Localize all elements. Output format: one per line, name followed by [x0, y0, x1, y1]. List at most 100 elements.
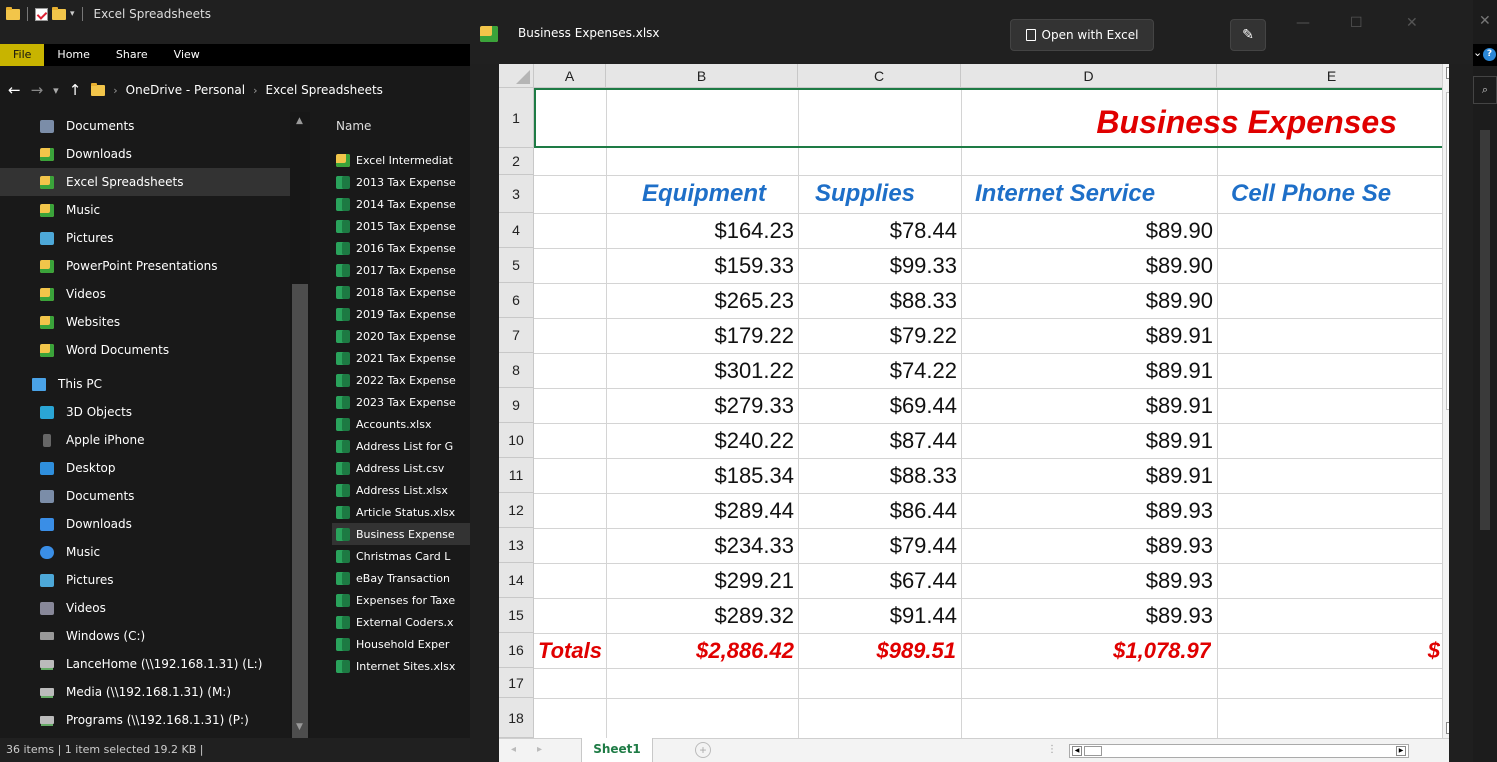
row-header[interactable]: 11 [499, 458, 534, 493]
nav-item-pictures[interactable]: Pictures [0, 224, 290, 252]
list-item[interactable]: Article Status.xlsx [332, 501, 470, 523]
scroll-down-icon[interactable]: ▼ [296, 722, 303, 732]
splitter-icon[interactable]: ⋮ [1047, 744, 1057, 755]
navigation-scrollbar[interactable]: ▲ ▼ [290, 112, 310, 762]
cell-c6[interactable]: $88.33 [798, 283, 961, 318]
list-item[interactable]: 2022 Tax Expense [332, 369, 470, 391]
scroll-up-icon[interactable]: ▲ [296, 116, 303, 126]
cell-d6[interactable]: $89.90 [961, 283, 1217, 318]
cell-c7[interactable]: $79.22 [798, 318, 961, 353]
cell-d10[interactable]: $89.91 [961, 423, 1217, 458]
list-item[interactable]: Address List.csv [332, 457, 470, 479]
column-header-c[interactable]: C [798, 64, 961, 88]
nav-item-pc-downloads[interactable]: Downloads [0, 510, 290, 538]
chevron-down-icon[interactable]: ⌄ [1473, 46, 1482, 59]
search-icon[interactable]: ⌕ [1473, 76, 1497, 104]
list-item[interactable]: 2018 Tax Expense [332, 281, 470, 303]
list-item[interactable]: 2017 Tax Expense [332, 259, 470, 281]
list-item[interactable]: 2021 Tax Expense [332, 347, 470, 369]
recent-locations-icon[interactable]: ▾ [53, 84, 59, 97]
new-folder-icon[interactable] [52, 6, 66, 20]
cell-b9[interactable]: $279.33 [606, 388, 798, 423]
next-sheet-icon[interactable]: ▸ [537, 744, 542, 755]
cell-b6[interactable]: $265.23 [606, 283, 798, 318]
add-sheet-icon[interactable]: + [695, 742, 711, 758]
cell-d15[interactable]: $89.93 [961, 598, 1217, 633]
tab-view[interactable]: View [161, 44, 213, 66]
row-header[interactable]: 17 [499, 668, 534, 698]
cell-c12[interactable]: $86.44 [798, 493, 961, 528]
nav-item-apple-iphone[interactable]: Apple iPhone [0, 426, 290, 454]
nav-item-pc-videos[interactable]: Videos [0, 594, 290, 622]
cell-total-internet[interactable]: $1,078.97 [961, 633, 1211, 668]
cell-c14[interactable]: $67.44 [798, 563, 961, 598]
row-header[interactable]: 13 [499, 528, 534, 563]
cell-c13[interactable]: $79.44 [798, 528, 961, 563]
nav-item-desktop[interactable]: Desktop [0, 454, 290, 482]
list-item[interactable]: Expenses for Taxe [332, 589, 470, 611]
list-item[interactable]: 2016 Tax Expense [332, 237, 470, 259]
row-header[interactable]: 10 [499, 423, 534, 458]
list-item[interactable]: 2014 Tax Expense [332, 193, 470, 215]
minimize-icon[interactable]: — [1296, 15, 1310, 31]
row-header[interactable]: 7 [499, 318, 534, 353]
nav-item-media-m[interactable]: Media (\\192.168.1.31) (M:) [0, 678, 290, 706]
row-header[interactable]: 12 [499, 493, 534, 528]
cell-b11[interactable]: $185.34 [606, 458, 798, 493]
cell-b4[interactable]: $164.23 [606, 213, 798, 248]
maximize-icon[interactable]: ☐ [1350, 15, 1363, 31]
tab-share[interactable]: Share [103, 44, 161, 66]
cell-b8[interactable]: $301.22 [606, 353, 798, 388]
cell-c11[interactable]: $88.33 [798, 458, 961, 493]
nav-item-excel-spreadsheets[interactable]: Excel Spreadsheets [0, 168, 290, 196]
cell-c4[interactable]: $78.44 [798, 213, 961, 248]
vertical-scrollbar[interactable]: ▲ ▼ [1442, 64, 1449, 738]
up-icon[interactable]: ↑ [69, 81, 82, 99]
cell-totals-label[interactable]: Totals [538, 633, 606, 668]
header-supplies[interactable]: Supplies [802, 175, 961, 213]
nav-item-programs-p[interactable]: Programs (\\192.168.1.31) (P:) [0, 706, 290, 734]
nav-item-websites[interactable]: Websites [0, 308, 290, 336]
breadcrumb-onedrive[interactable]: OneDrive - Personal [126, 83, 245, 97]
column-header-b[interactable]: B [606, 64, 798, 88]
list-item[interactable]: Accounts.xlsx [332, 413, 470, 435]
nav-item-3d-objects[interactable]: 3D Objects [0, 398, 290, 426]
close-icon[interactable]: ✕ [1479, 13, 1491, 29]
cell-b10[interactable]: $240.22 [606, 423, 798, 458]
select-all-corner[interactable] [499, 64, 534, 88]
cell-d7[interactable]: $89.91 [961, 318, 1217, 353]
row-header[interactable]: 9 [499, 388, 534, 423]
scrollbar-thumb[interactable] [1084, 746, 1102, 756]
column-header-e[interactable]: E [1217, 64, 1447, 88]
scrollbar-thumb[interactable] [1446, 92, 1449, 410]
list-item[interactable]: External Coders.x [332, 611, 470, 633]
cell-c9[interactable]: $69.44 [798, 388, 961, 423]
nav-item-documents[interactable]: Documents [0, 112, 290, 140]
customize-toolbar-icon[interactable]: ▾ [70, 9, 75, 19]
scroll-up-icon[interactable]: ▲ [1446, 67, 1449, 79]
pin-button[interactable]: ✎ [1230, 19, 1266, 51]
cell-b13[interactable]: $234.33 [606, 528, 798, 563]
row-header[interactable]: 2 [499, 148, 534, 175]
row-header[interactable]: 4 [499, 213, 534, 248]
list-item[interactable]: 2015 Tax Expense [332, 215, 470, 237]
row-header[interactable]: 14 [499, 563, 534, 598]
list-item[interactable]: eBay Transaction [332, 567, 470, 589]
list-item[interactable]: Christmas Card L [332, 545, 470, 567]
list-item[interactable]: 2013 Tax Expense [332, 171, 470, 193]
nav-item-downloads[interactable]: Downloads [0, 140, 290, 168]
nav-item-windows-c[interactable]: Windows (C:) [0, 622, 290, 650]
nav-item-videos[interactable]: Videos [0, 280, 290, 308]
list-item[interactable]: Address List.xlsx [332, 479, 470, 501]
cell-d14[interactable]: $89.93 [961, 563, 1217, 598]
column-header-a[interactable]: A [534, 64, 606, 88]
cell-d12[interactable]: $89.93 [961, 493, 1217, 528]
nav-item-pc-pictures[interactable]: Pictures [0, 566, 290, 594]
scrollbar-thumb[interactable] [292, 284, 308, 762]
forward-icon[interactable]: → [31, 81, 44, 99]
cell-d5[interactable]: $89.90 [961, 248, 1217, 283]
selected-cell-title[interactable]: Business Expenses [534, 88, 1442, 148]
cell-b14[interactable]: $299.21 [606, 563, 798, 598]
nav-item-pc-music[interactable]: Music [0, 538, 290, 566]
list-item[interactable]: 2020 Tax Expense [332, 325, 470, 347]
